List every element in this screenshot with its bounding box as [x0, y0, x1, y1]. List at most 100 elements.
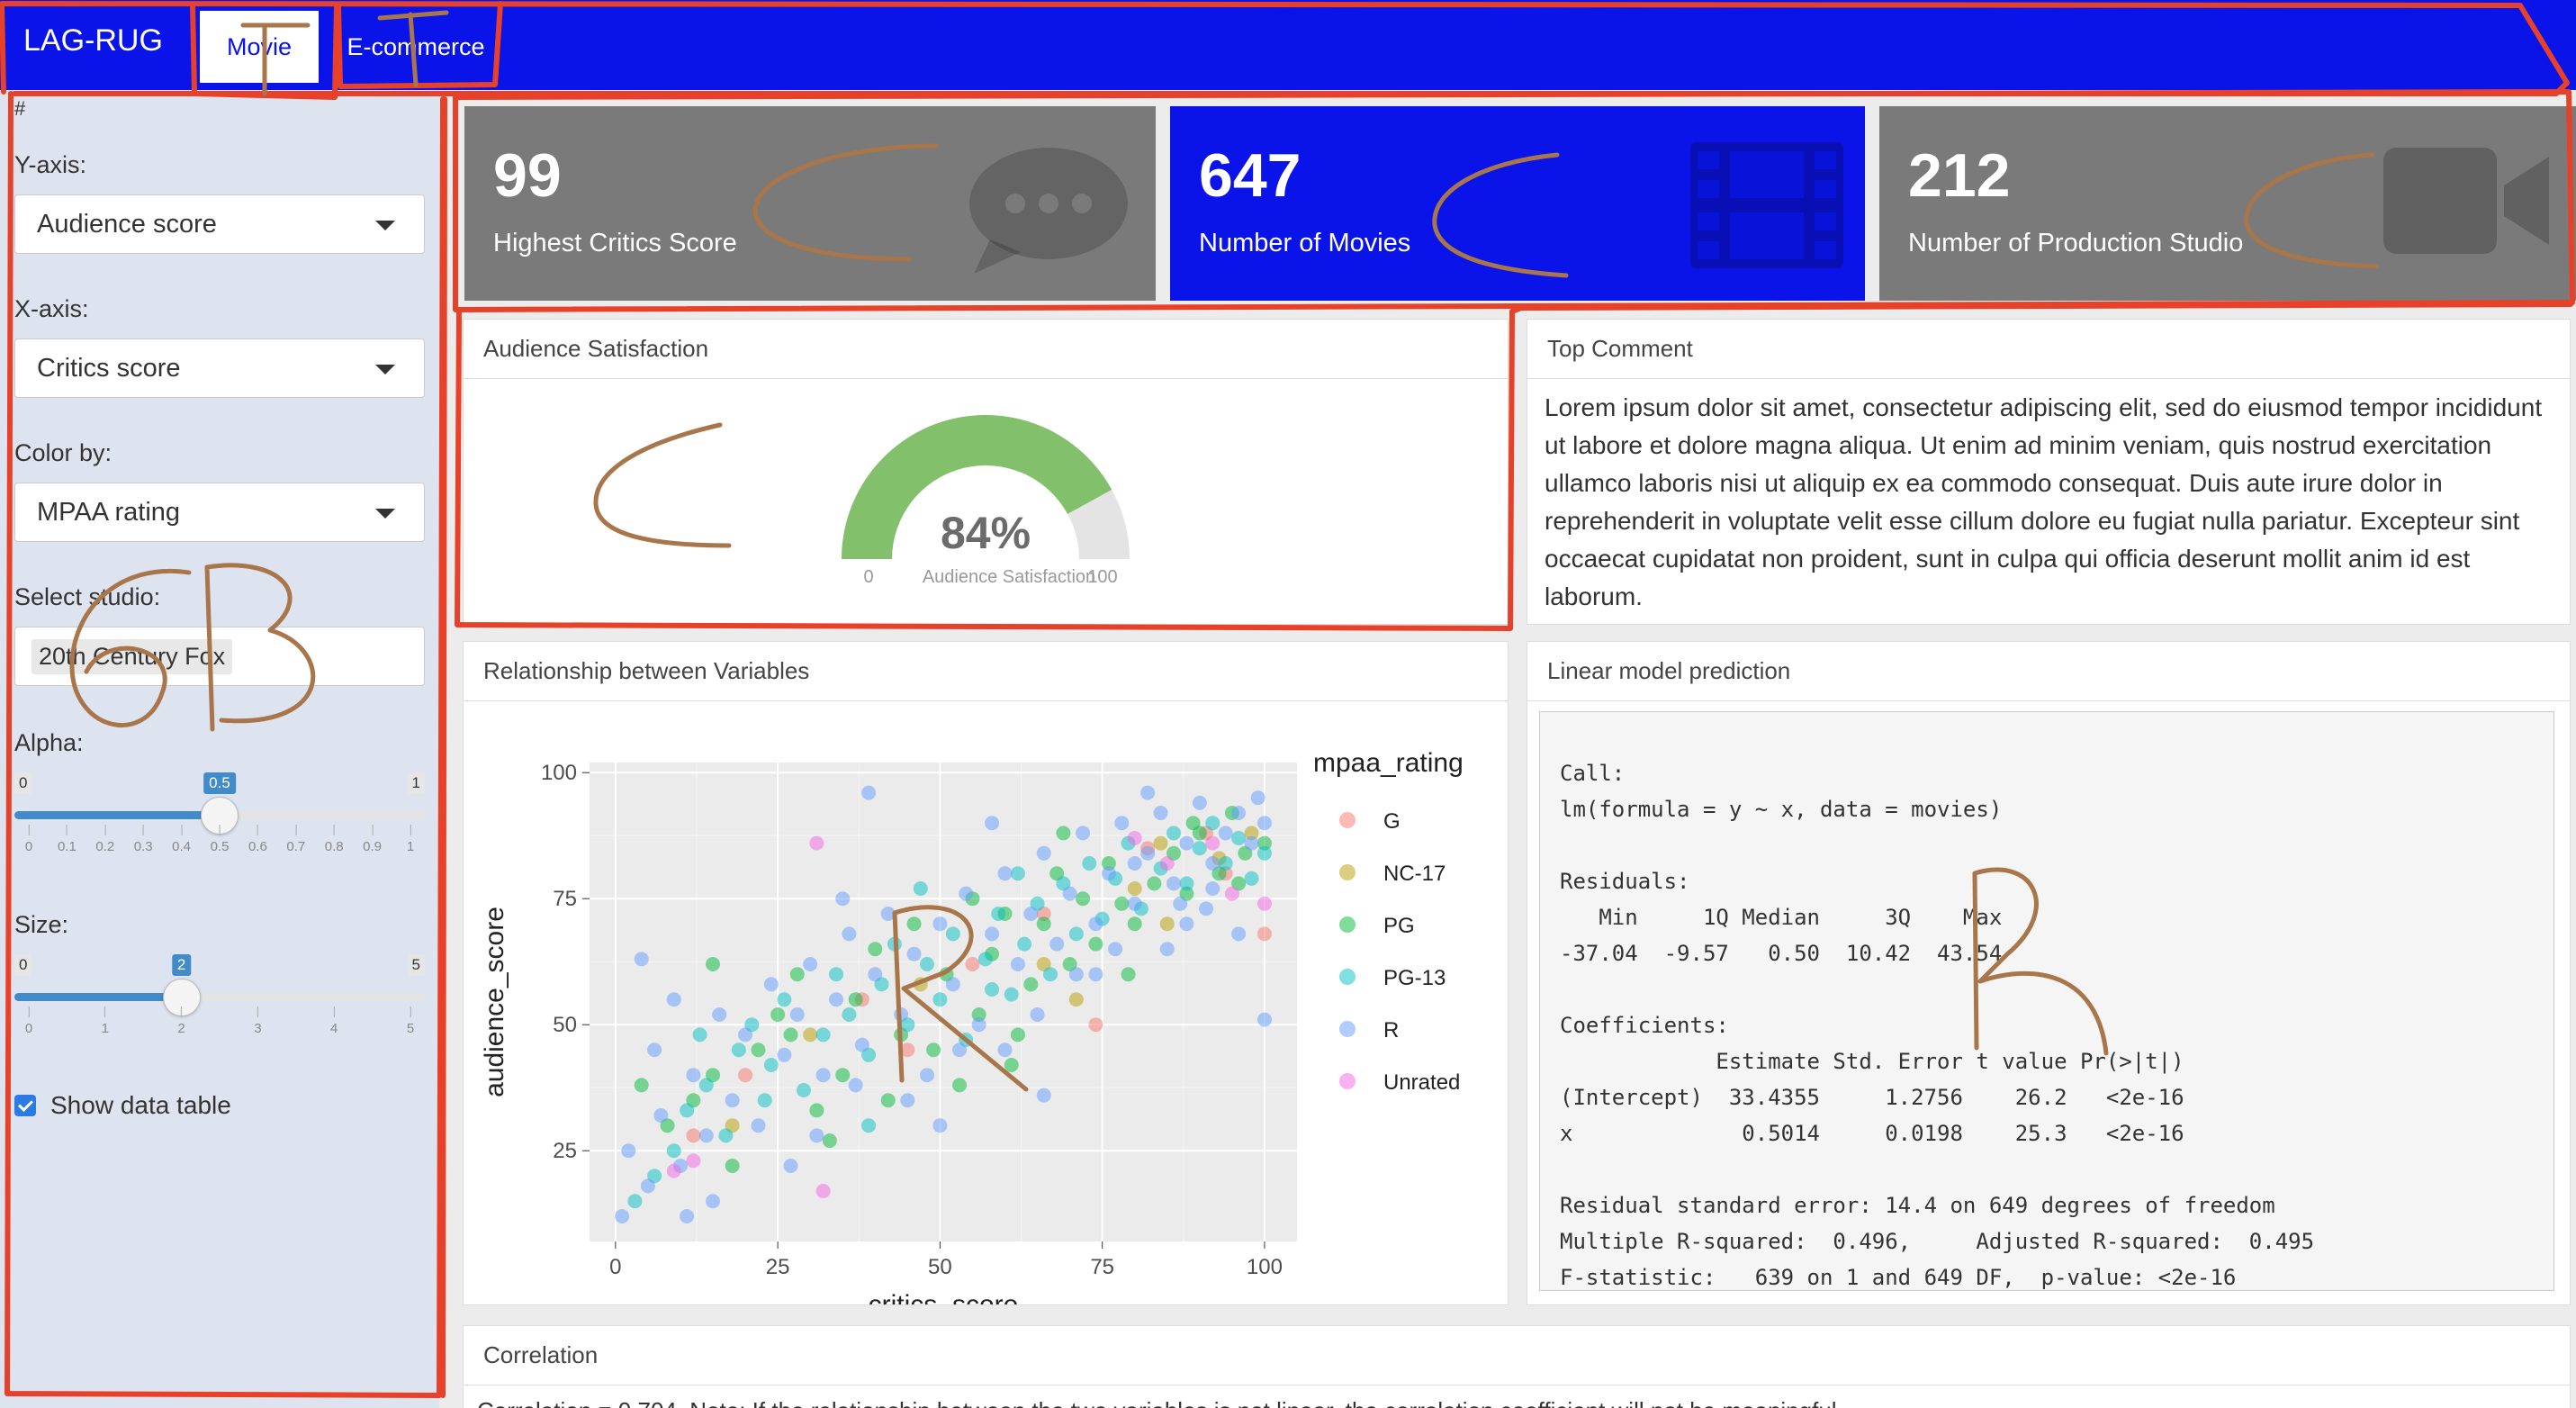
legend-swatch — [1339, 969, 1356, 985]
scatter-point — [985, 982, 1000, 997]
scatter-point — [900, 1093, 915, 1108]
legend-swatch — [1339, 812, 1356, 828]
scatter-point — [1173, 896, 1188, 911]
slider-tick-label: 0.4 — [172, 825, 191, 854]
scatter-point — [945, 926, 960, 942]
slider-tick-label: 0.6 — [248, 825, 267, 854]
scatter-point — [1088, 967, 1103, 982]
y-tick-label: 100 — [541, 761, 577, 785]
scatter-point — [1166, 826, 1181, 841]
show-table-row[interactable]: Show data table — [14, 1091, 231, 1120]
studio-select-input[interactable]: 20th Century Fox — [14, 627, 425, 686]
alpha-min: 0 — [14, 772, 32, 794]
size-fill — [14, 993, 182, 1001]
scatter-point — [1127, 831, 1142, 845]
scatter-point — [738, 1068, 753, 1083]
scatter-point — [1062, 886, 1077, 901]
scatter-point — [680, 1209, 695, 1223]
x-axis-selected-value: Critics score — [37, 353, 181, 383]
top-navbar: LAG-RUG Movie E-commerce — [0, 0, 2576, 90]
card-title: Linear model prediction — [1527, 642, 2570, 701]
alpha-slider[interactable]: 0 1 0.5 0 0.1 0.2 0.3 0.4 0.5 0.6 0.7 0.8 0.9 1 — [14, 772, 425, 871]
scatter-point — [634, 952, 649, 967]
scatter-point — [640, 1178, 655, 1194]
studio-chip[interactable]: 20th Century Fox — [32, 638, 233, 674]
gauge-caption: Audience Satisfaction — [923, 567, 1095, 587]
scatter-point — [1179, 835, 1194, 851]
scatter-point — [627, 1194, 643, 1209]
scatter-point — [777, 992, 792, 1007]
scatter-point — [971, 1017, 986, 1033]
scatter-point — [789, 1007, 805, 1022]
annotation-red-gauge-outline — [1509, 302, 2573, 314]
scatter-point — [757, 1093, 772, 1108]
scatter-point — [666, 1143, 681, 1159]
slider-tick-label: 0.3 — [134, 825, 153, 854]
scatter-point — [1023, 907, 1039, 921]
alpha-label: Alpha: — [14, 729, 84, 756]
size-slider[interactable]: 0 5 2 0 1 2 3 4 5 — [14, 954, 425, 1053]
scatter-point — [1127, 881, 1142, 896]
scatter-point — [1231, 806, 1247, 820]
scatter-point — [777, 1047, 792, 1062]
tab-movie[interactable]: Movie — [200, 11, 319, 83]
lm-output-box[interactable]: Call: lm(formula = y ~ x, data = movies)… — [1539, 711, 2554, 1291]
scatter-point — [900, 1042, 915, 1058]
scatter-point — [1127, 856, 1142, 871]
scatter-point — [887, 936, 902, 952]
tab-ecommerce[interactable]: E-commerce — [344, 11, 488, 83]
y-axis-select[interactable]: Audience score — [14, 194, 425, 254]
scatter-point — [789, 967, 805, 982]
scatter-point — [1166, 876, 1181, 891]
scatter-point — [1004, 1058, 1019, 1072]
scatter-point — [698, 1128, 714, 1143]
scatter-point — [1088, 1017, 1103, 1033]
scatter-point — [932, 1118, 948, 1133]
x-axis-title: critics_score — [869, 1290, 1019, 1304]
scatter-point — [815, 1027, 831, 1042]
scatter-point — [1218, 856, 1233, 871]
gauge-min-label: 0 — [863, 567, 873, 587]
scatter-point — [1036, 1088, 1051, 1103]
scatter-point — [932, 992, 948, 1007]
legend-label: Unrated — [1383, 1070, 1460, 1095]
scatter-point — [809, 1128, 824, 1143]
card-title: Audience Satisfaction — [464, 320, 1508, 379]
scatter-point — [913, 977, 928, 992]
app-brand[interactable]: LAG-RUG — [23, 23, 163, 59]
scatter-point — [926, 1042, 941, 1058]
scatter-point — [1147, 876, 1162, 891]
scatter-point — [1023, 977, 1039, 992]
scatter-point — [686, 1068, 701, 1083]
scatter-point — [680, 1103, 695, 1118]
scatter-point — [1127, 896, 1142, 911]
scatter-point — [1049, 936, 1065, 952]
scatter-point — [880, 907, 896, 921]
scatter-point — [835, 891, 851, 907]
scatter-point — [1231, 926, 1247, 942]
x-axis-select[interactable]: Critics score — [14, 338, 425, 398]
scatter-point — [1218, 826, 1233, 841]
scatter-point — [706, 957, 721, 971]
scatter-point — [1076, 891, 1091, 907]
scatter-point — [634, 1078, 649, 1093]
scatter-point — [1159, 916, 1175, 932]
color-by-select[interactable]: MPAA rating — [14, 483, 425, 542]
scatter-point — [913, 881, 928, 896]
show-table-checkbox[interactable] — [14, 1095, 36, 1116]
scatter-point — [738, 1027, 753, 1042]
scatter-point — [815, 1184, 831, 1198]
scatter-point — [868, 942, 883, 957]
scatter-point — [1205, 816, 1220, 831]
value-box-caption: Number of Movies — [1199, 229, 1411, 257]
scatter-point — [1159, 856, 1175, 871]
scatter-point — [1010, 1027, 1025, 1042]
y-tick-label: 50 — [553, 1013, 577, 1037]
scatter-point — [1082, 856, 1097, 871]
scatter-point — [1068, 926, 1084, 942]
size-ticks: 0 1 2 3 4 5 — [14, 1006, 425, 1042]
scatter-point — [848, 1078, 863, 1093]
scatter-point — [783, 1027, 798, 1042]
scatter-point — [1159, 942, 1175, 957]
scatter-point — [906, 946, 922, 961]
